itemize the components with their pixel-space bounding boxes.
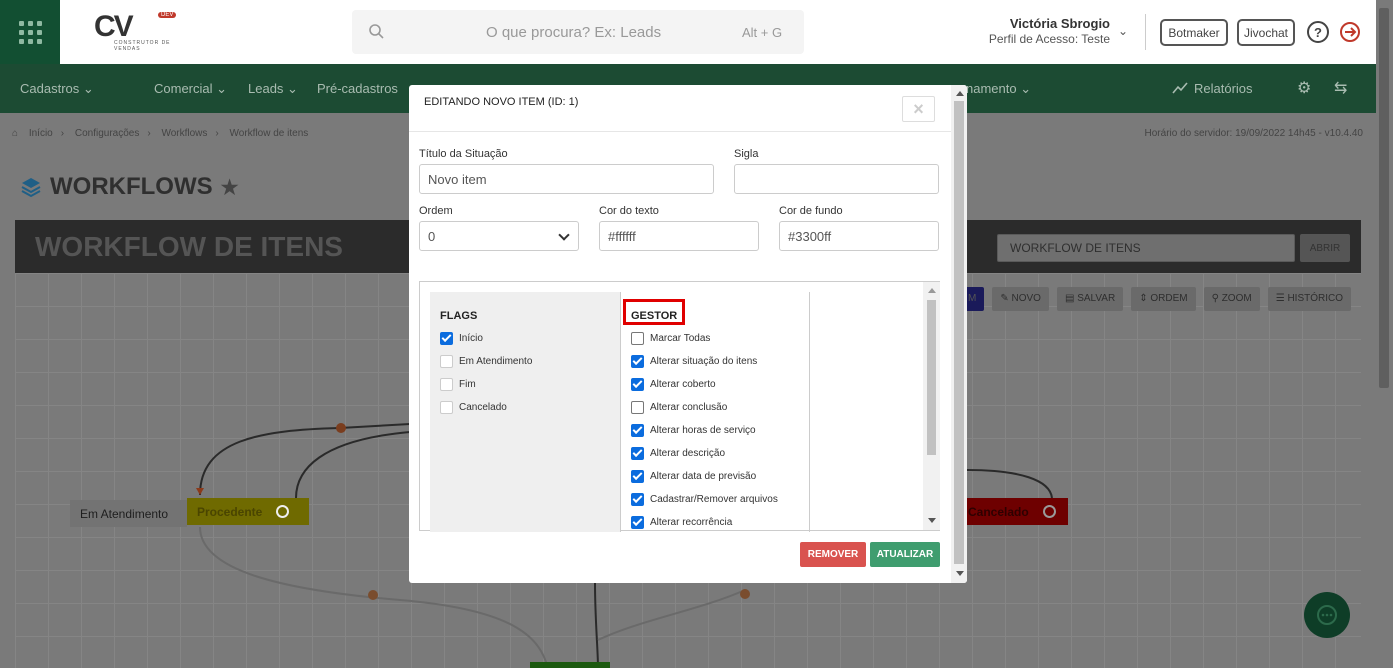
scrollbar-thumb[interactable]: [954, 101, 964, 564]
flag-checkbox-label: Cancelado: [459, 402, 507, 413]
toolbar-button-label: ZOOM: [1221, 293, 1252, 304]
gestor-checkbox-label: Marcar Todas: [650, 333, 711, 344]
scrollbar-thumb[interactable]: [1379, 8, 1389, 388]
ordem-label: Ordem: [419, 205, 453, 217]
checkbox-unchecked[interactable]: [440, 401, 453, 414]
checkbox-unchecked[interactable]: [631, 401, 644, 414]
checkbox-checked[interactable]: [631, 516, 644, 529]
toolbar-button-label: HISTÓRICO: [1287, 293, 1344, 304]
workflow-node[interactable]: Cancelado: [958, 498, 1068, 525]
gestor-checkbox-row[interactable]: Alterar recorrência: [631, 516, 732, 529]
checkbox-unchecked[interactable]: [440, 378, 453, 391]
node-label: Procedente: [197, 504, 263, 519]
save-button[interactable]: ▤ SALVAR: [1056, 287, 1124, 311]
scrollbar-thumb[interactable]: [927, 300, 936, 455]
gestor-column: GESTOR Marcar Todas Alterar situação do i…: [620, 292, 810, 532]
gestor-checkbox-row[interactable]: Alterar coberto: [631, 378, 716, 391]
toolbar-button-label: SALVAR: [1077, 293, 1116, 304]
checkbox-checked[interactable]: [631, 493, 644, 506]
flag-checkbox-row[interactable]: Início: [440, 332, 483, 345]
gestor-checkbox-label: Alterar data de previsão: [650, 471, 757, 482]
gestor-checkbox-row[interactable]: Alterar situação do itens: [631, 355, 757, 368]
chat-icon: [1317, 605, 1337, 625]
sigla-label: Sigla: [734, 148, 759, 160]
gestor-checkbox-row[interactable]: Cadastrar/Remover arquivos: [631, 493, 778, 506]
scroll-down-icon[interactable]: [928, 518, 936, 523]
gestor-checkbox-label: Alterar horas de serviço: [650, 425, 756, 436]
modal-scrollbar[interactable]: [951, 85, 967, 583]
flag-checkbox-row[interactable]: Fim: [440, 378, 476, 391]
permissions-panel: FLAGS Início Em Atendimento Fim Cancelado G…: [419, 281, 940, 532]
zoom-button[interactable]: ⚲ ZOOM: [1203, 287, 1260, 311]
edit-item-modal: EDITANDO NOVO ITEM (ID: 1) × Título da S…: [409, 85, 967, 583]
checkbox-unchecked[interactable]: [631, 332, 644, 345]
sigla-input[interactable]: [734, 164, 939, 194]
scroll-up-icon[interactable]: [956, 91, 964, 96]
gestor-checkbox-row[interactable]: Alterar horas de serviço: [631, 424, 756, 437]
ordem-value: 0: [428, 229, 436, 244]
checkbox-checked[interactable]: [631, 470, 644, 483]
gestor-checkbox-label: Cadastrar/Remover arquivos: [650, 494, 778, 505]
titulo-input[interactable]: Novo item: [419, 164, 714, 194]
gestor-checkbox-label: Alterar descrição: [650, 448, 726, 459]
flags-column: FLAGS Início Em Atendimento Fim Cancelado: [430, 292, 620, 532]
ordem-select[interactable]: 0: [419, 221, 579, 251]
checkbox-checked[interactable]: [631, 355, 644, 368]
gestor-checkbox-label: Alterar conclusão: [650, 402, 728, 413]
workflow-node[interactable]: [530, 662, 610, 668]
zoom-icon: ⚲: [1211, 293, 1222, 304]
save-icon: ▤: [1064, 293, 1078, 304]
update-button[interactable]: ATUALIZAR: [870, 542, 940, 567]
scroll-down-icon[interactable]: [956, 571, 964, 576]
toolbar-button-label: NOVO: [1011, 293, 1041, 304]
checkbox-checked[interactable]: [631, 447, 644, 460]
gestor-checkbox-row[interactable]: Alterar descrição: [631, 447, 725, 460]
gestor-title: GESTOR: [631, 310, 678, 322]
flag-checkbox-label: Fim: [459, 379, 476, 390]
cor-fundo-label: Cor de fundo: [779, 205, 843, 217]
cor-texto-label: Cor do texto: [599, 205, 659, 217]
list-icon: ☰: [1275, 293, 1288, 304]
flags-title: FLAGS: [440, 310, 478, 322]
divider: [409, 131, 954, 132]
checkbox-checked[interactable]: [440, 332, 453, 345]
flag-checkbox-row[interactable]: Cancelado: [440, 401, 507, 414]
node-connector[interactable]: [276, 505, 290, 518]
sort-icon: ⇕: [1139, 293, 1151, 304]
flag-checkbox-row[interactable]: Em Atendimento: [440, 355, 532, 368]
flag-checkbox-label: Em Atendimento: [459, 356, 533, 367]
order-button[interactable]: ⇕ ORDEM: [1131, 287, 1196, 311]
cor-texto-input[interactable]: #ffffff: [599, 221, 759, 251]
cor-fundo-input[interactable]: #3300ff: [779, 221, 939, 251]
scroll-up-icon[interactable]: [928, 288, 936, 293]
gestor-checkbox-label: Alterar situação do itens: [650, 356, 758, 367]
titulo-label: Título da Situação: [419, 148, 508, 160]
workflow-node[interactable]: Procedente: [187, 498, 309, 525]
checkbox-unchecked[interactable]: [440, 355, 453, 368]
gestor-checkbox-row[interactable]: Marcar Todas: [631, 332, 710, 345]
close-icon: ×: [913, 98, 924, 119]
node-label: Cancelado: [968, 504, 1029, 519]
permissions-scrollbar[interactable]: [923, 282, 940, 530]
checkbox-checked[interactable]: [631, 378, 644, 391]
modal-title: EDITANDO NOVO ITEM (ID: 1): [424, 96, 579, 108]
node-connector[interactable]: [1042, 505, 1056, 518]
gestor-checkbox-label: Alterar coberto: [650, 379, 716, 390]
gestor-checkbox-label: Alterar recorrência: [650, 517, 733, 528]
chat-button[interactable]: [1304, 592, 1350, 638]
gestor-checkbox-row[interactable]: Alterar conclusão: [631, 401, 727, 414]
history-button[interactable]: ☰ HISTÓRICO: [1267, 287, 1352, 311]
close-button[interactable]: ×: [902, 96, 935, 122]
gestor-checkbox-row[interactable]: Alterar data de previsão: [631, 470, 756, 483]
workflow-node[interactable]: Em Atendimento: [70, 500, 187, 527]
flag-checkbox-label: Início: [459, 333, 483, 344]
pencil-icon: ✎: [1000, 293, 1012, 304]
checkbox-checked[interactable]: [631, 424, 644, 437]
new-button[interactable]: ✎ NOVO: [992, 287, 1049, 311]
canvas-toolbar: M ✎ NOVO ▤ SALVAR ⇕ ORDEM ⚲ ZOOM ☰ HISTÓ…: [960, 287, 1352, 311]
remove-button[interactable]: REMOVER: [800, 542, 866, 567]
page-scrollbar[interactable]: [1376, 0, 1393, 668]
toolbar-button-label: ORDEM: [1150, 293, 1188, 304]
